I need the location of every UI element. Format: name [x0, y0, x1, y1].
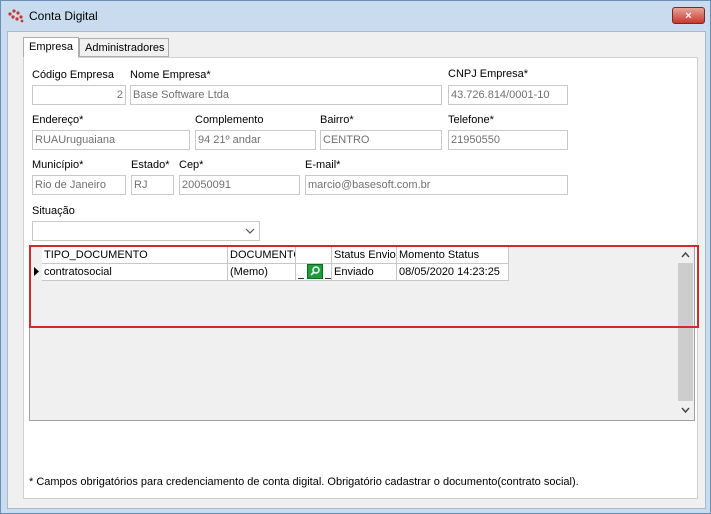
documents-grid[interactable]: TIPO_DOCUMENTO DOCUMENTO Status Envio Mo… — [29, 246, 695, 421]
row-pointer-icon — [34, 267, 39, 276]
estado-field[interactable]: RJ — [131, 175, 174, 195]
column-header-documento[interactable]: DOCUMENTO — [228, 247, 296, 264]
empresa-panel: Código Empresa 2 Nome Empresa* Base Soft… — [23, 57, 698, 499]
memo-view-button[interactable] — [298, 264, 332, 280]
column-header-momento-status[interactable]: Momento Status — [397, 247, 509, 264]
estado-label: Estado* — [131, 159, 170, 171]
column-header-tipo-documento[interactable]: TIPO_DOCUMENTO — [42, 247, 228, 264]
tab-administradores[interactable]: Administradores — [79, 38, 169, 57]
nome-label: Nome Empresa* — [130, 69, 211, 81]
email-field[interactable]: marcio@basesoft.com.br — [305, 175, 568, 195]
chevron-down-icon — [245, 228, 255, 234]
email-label: E-mail* — [305, 159, 341, 171]
scroll-down-icon[interactable] — [680, 405, 691, 415]
situacao-select[interactable] — [32, 221, 260, 241]
cell-tipo-documento[interactable]: contratosocial — [42, 264, 228, 281]
memo-button-left-edge — [298, 266, 304, 279]
telefone-label: Telefone* — [448, 114, 494, 126]
app-logo-icon — [8, 9, 24, 23]
scroll-up-icon[interactable] — [680, 250, 691, 260]
tab-label: Administradores — [85, 42, 165, 54]
column-header-blank[interactable] — [296, 247, 332, 264]
complemento-label: Complemento — [195, 114, 264, 126]
cell-documento[interactable]: (Memo) — [228, 264, 296, 281]
complemento-field[interactable]: 94 21º andar — [195, 130, 316, 150]
close-icon: × — [685, 10, 692, 22]
cep-label: Cep* — [179, 159, 204, 171]
municipio-field[interactable]: Rio de Janeiro — [32, 175, 126, 195]
window-title: Conta Digital — [29, 9, 98, 23]
memo-button-right-edge — [325, 266, 331, 279]
telefone-field[interactable]: 21950550 — [448, 130, 568, 150]
tab-empresa[interactable]: Empresa — [23, 37, 79, 58]
codigo-field[interactable]: 2 — [32, 85, 126, 105]
endereco-field[interactable]: RUAUruguaiana — [32, 130, 190, 150]
endereco-label: Endereço* — [32, 114, 84, 126]
cnpj-field[interactable]: 43.726.814/0001-10 — [448, 85, 568, 105]
title-bar: Conta Digital × — [1, 1, 710, 31]
client-area: Empresa Administradores Código Empresa 2… — [7, 31, 706, 509]
cell-status-envio[interactable]: Enviado — [332, 264, 397, 281]
conta-digital-window: Conta Digital × Empresa Administradores … — [0, 0, 711, 514]
municipio-label: Município* — [32, 159, 84, 171]
nome-field[interactable]: Base Software Ltda — [130, 85, 442, 105]
situacao-label: Situação — [32, 205, 75, 217]
bairro-field[interactable]: CENTRO — [320, 130, 442, 150]
cep-field[interactable]: 20050091 — [179, 175, 300, 195]
cell-momento-status[interactable]: 08/05/2020 14:23:25 — [397, 264, 509, 281]
footnote: * Campos obrigatórios para credenciament… — [29, 476, 579, 488]
scrollbar-thumb[interactable] — [678, 263, 693, 401]
memo-button-face — [307, 264, 323, 279]
search-icon — [310, 266, 320, 276]
close-button[interactable]: × — [672, 7, 705, 24]
column-header-status-envio[interactable]: Status Envio — [332, 247, 397, 264]
bairro-label: Bairro* — [320, 114, 354, 126]
grid-vertical-scrollbar[interactable] — [677, 247, 694, 418]
cnpj-label: CNPJ Empresa* — [448, 68, 529, 80]
codigo-label: Código Empresa — [32, 69, 114, 81]
tab-label: Empresa — [29, 41, 74, 53]
